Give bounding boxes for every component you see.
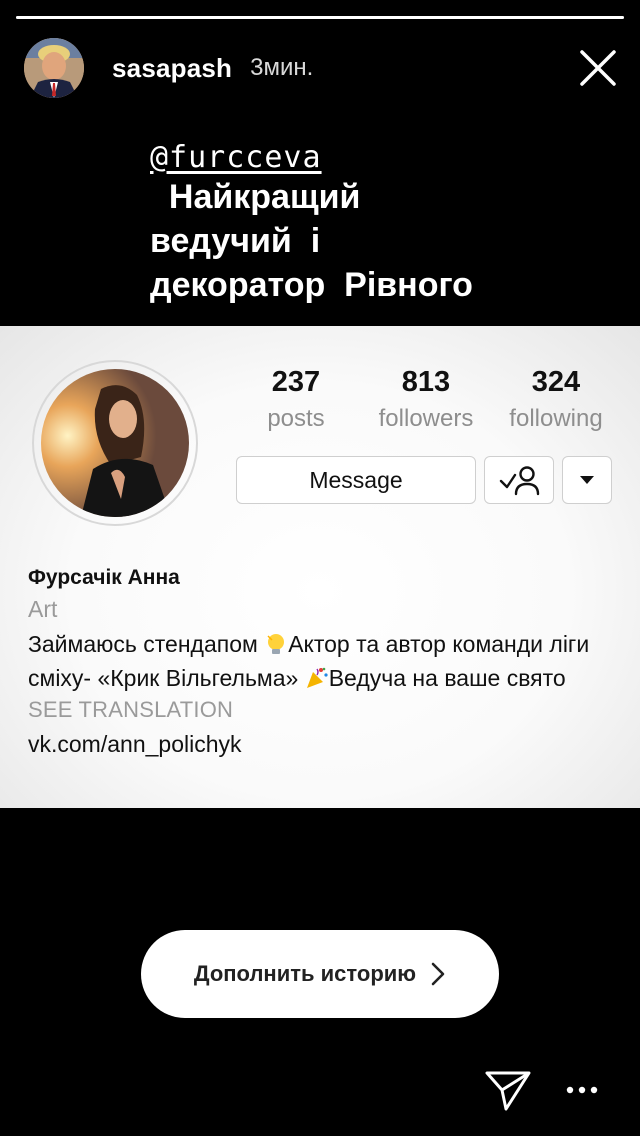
- story-author-avatar[interactable]: [24, 38, 84, 98]
- story-caption: @furcceva Найкращий ведучий і декоратор …: [150, 140, 610, 307]
- more-dots-icon[interactable]: [564, 1080, 600, 1100]
- message-button[interactable]: Message: [236, 456, 476, 504]
- stat-label: following: [509, 405, 603, 432]
- bio-text: Займаюсь стендапом Актор та автор команд…: [28, 627, 618, 695]
- profile-website-link[interactable]: vk.com/ann_polichyk: [28, 731, 618, 758]
- stat-following[interactable]: 324 following: [496, 366, 616, 433]
- stat-value: 813: [401, 366, 451, 398]
- stat-followers[interactable]: 813 followers: [366, 366, 486, 433]
- story-username[interactable]: sasapash: [112, 53, 232, 84]
- profile-screenshot-card: 237 posts 813 followers 324 following Me…: [0, 326, 640, 808]
- chevron-right-icon: [431, 962, 445, 986]
- suggestions-dropdown-button[interactable]: [562, 456, 612, 504]
- caption-line: Найкращий: [150, 178, 361, 216]
- profile-bio: Фурсачік Анна Art Займаюсь стендапом Акт…: [28, 566, 618, 758]
- stat-label: followers: [378, 405, 474, 432]
- profile-photo-ring: [32, 360, 198, 526]
- bio-text-part: Займаюсь стендапом: [28, 631, 265, 657]
- close-icon[interactable]: [576, 46, 620, 90]
- profile-photo: [41, 369, 189, 517]
- light-bulb-emoji-icon: [267, 634, 285, 654]
- stat-value: 237: [271, 366, 321, 398]
- stat-posts[interactable]: 237 posts: [236, 366, 356, 433]
- party-popper-emoji-icon: [306, 667, 328, 688]
- add-to-story-label: Дополнить историю: [193, 961, 417, 986]
- caption-line: ведучий і: [150, 222, 321, 260]
- profile-category: Art: [28, 596, 58, 622]
- stat-label: posts: [267, 405, 325, 432]
- story-timestamp: 3мин.: [250, 54, 314, 81]
- caret-down-icon: [580, 476, 594, 484]
- story-progress-fill: [16, 16, 624, 19]
- bio-text-part: Ведуча на ваше свято: [328, 665, 566, 691]
- caption-line: декоратор Рівного: [150, 266, 473, 304]
- mention-sticker[interactable]: @furcceva: [150, 140, 610, 175]
- send-icon[interactable]: [484, 1068, 532, 1112]
- see-translation-link[interactable]: SEE TRANSLATION: [28, 697, 618, 723]
- add-to-story-button[interactable]: Дополнить историю: [141, 930, 499, 1018]
- story-header: sasapash 3мин.: [24, 38, 620, 98]
- profile-stats: 237 posts 813 followers 324 following: [236, 366, 616, 433]
- stat-value: 324: [531, 366, 581, 398]
- profile-name: Фурсачік Анна: [28, 566, 180, 589]
- story-progress-bar: [16, 16, 624, 19]
- following-check-icon: [499, 466, 540, 496]
- following-button[interactable]: [484, 456, 554, 504]
